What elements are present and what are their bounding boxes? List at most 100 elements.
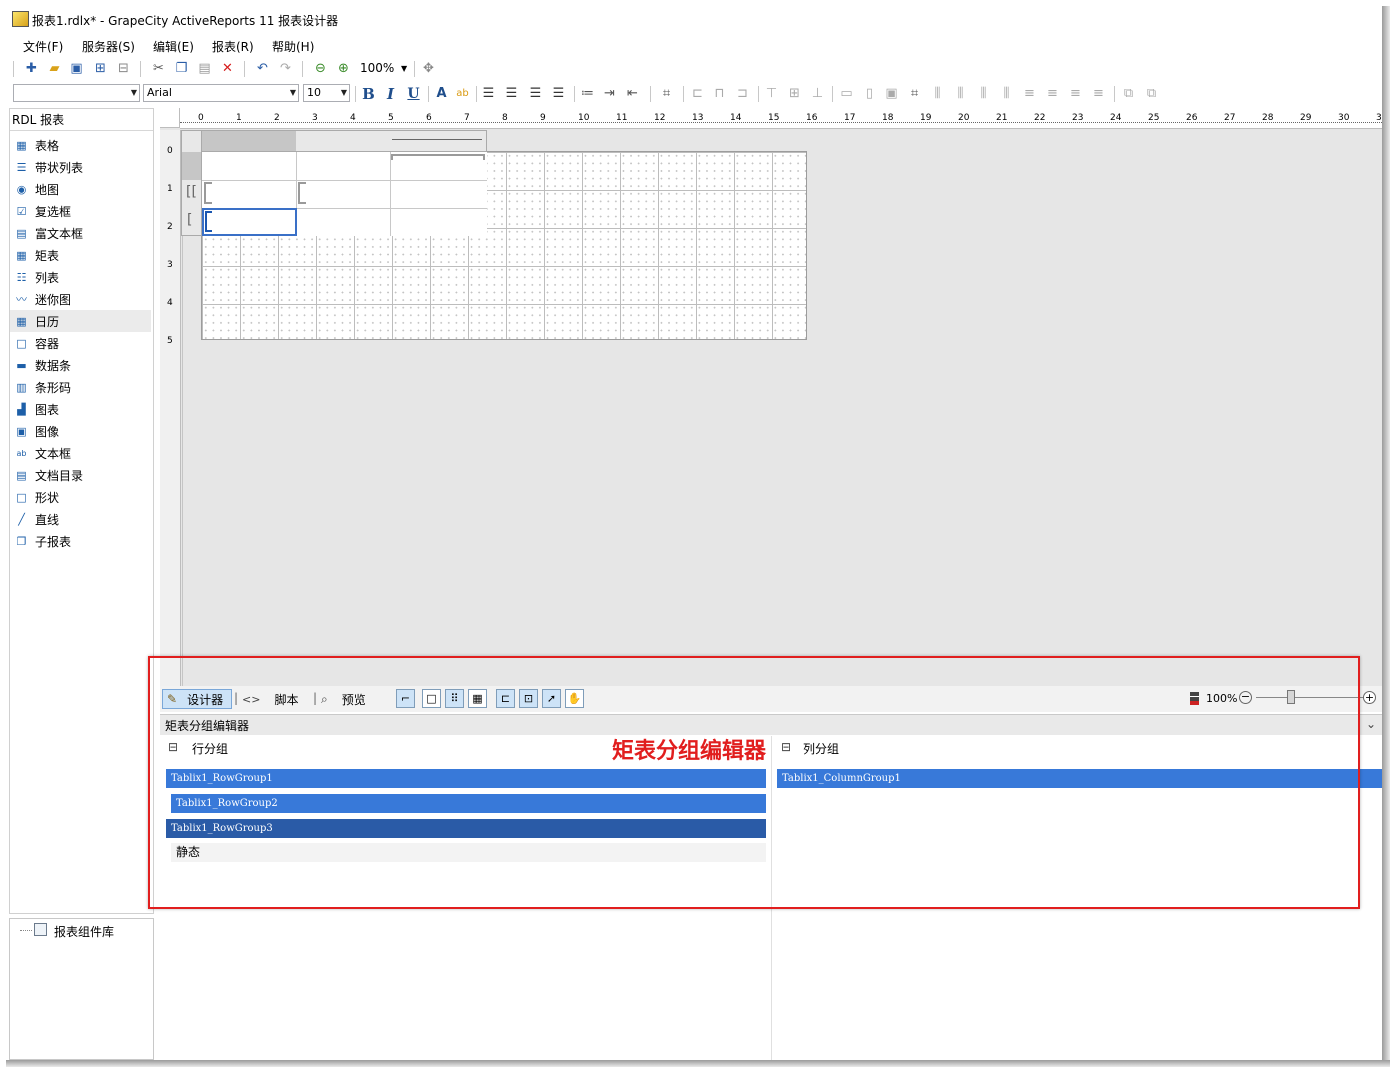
zoom-slider-thumb[interactable]: [1287, 690, 1295, 704]
toolbox-item[interactable]: ▦ 矩表: [10, 244, 151, 266]
grid-lines-button[interactable]: ▦: [468, 689, 487, 708]
copy-icon[interactable]: ❐: [173, 60, 190, 77]
toolbox-item[interactable]: □ 形状: [10, 486, 151, 508]
indent-icon[interactable]: ⇥: [601, 85, 618, 102]
move-icon[interactable]: ✥: [420, 60, 437, 77]
align-lefts-icon[interactable]: ⊏: [689, 85, 706, 102]
bullets-icon[interactable]: ≔: [579, 85, 596, 102]
v-spacing-remove-icon[interactable]: ≡: [1090, 85, 1107, 102]
zoom-slider-track[interactable]: [1256, 697, 1366, 698]
v-spacing-decrease-icon[interactable]: ≡: [1067, 85, 1084, 102]
static-row[interactable]: 静态: [171, 843, 766, 862]
align-bottoms-icon[interactable]: ⊥: [809, 85, 826, 102]
align-middles-icon[interactable]: ⊞: [786, 85, 803, 102]
dimension-lines-button[interactable]: □: [422, 689, 441, 708]
design-surface[interactable]: 0 1 2 3 4 5 6 7 8 9 10 11 12 13 14 15 16 17 18 19 20 21 22 23 24…: [160, 108, 1382, 686]
open-folder-icon[interactable]: ▰: [46, 60, 63, 77]
align-tops-icon[interactable]: ⊤: [763, 85, 780, 102]
zoom-in-icon[interactable]: ⊕: [335, 60, 352, 77]
v-spacing-increase-icon[interactable]: ≡: [1044, 85, 1061, 102]
toolbox-item[interactable]: 〰迷你图: [10, 288, 151, 310]
tablix[interactable]: [202, 152, 487, 236]
component-library-label[interactable]: 报表组件库: [54, 923, 114, 940]
add-datasource-icon[interactable]: ⊞: [92, 60, 109, 77]
send-back-icon[interactable]: ⧉: [1143, 85, 1160, 102]
paste-icon[interactable]: ▤: [196, 60, 213, 77]
h-spacing-equal-icon[interactable]: ⫼: [929, 85, 946, 102]
toolbox-item[interactable]: ☰ 带状列表: [10, 156, 151, 178]
toolbox-item[interactable]: □ 容器: [10, 332, 151, 354]
toolbox-item[interactable]: ▥ 条形码: [10, 376, 151, 398]
justify-icon[interactable]: ☰: [550, 85, 567, 102]
ruler-button[interactable]: ⊏: [496, 689, 515, 708]
align-right-icon[interactable]: ☰: [527, 85, 544, 102]
toolbox-item[interactable]: ▤ 富文本框: [10, 222, 151, 244]
row-handle-selected[interactable]: [182, 152, 201, 180]
column-group-1[interactable]: Tablix1_ColumnGroup1: [777, 769, 1382, 788]
align-left-icon[interactable]: ☰: [480, 85, 497, 102]
grid-dots-button[interactable]: ⠿: [445, 689, 464, 708]
toolbox-item[interactable]: ☷ 列表: [10, 266, 151, 288]
toolbox-item[interactable]: ab 文本框: [10, 442, 151, 464]
same-size-icon[interactable]: ▣: [883, 85, 900, 102]
same-width-icon[interactable]: ▭: [838, 85, 855, 102]
delete-icon[interactable]: ✕: [219, 60, 236, 77]
toolbox-item[interactable]: ❐ 子报表: [10, 530, 151, 552]
menu-help[interactable]: 帮助(H): [272, 38, 314, 55]
v-spacing-equal-icon[interactable]: ≡: [1021, 85, 1038, 102]
cut-icon[interactable]: ✂: [150, 60, 167, 77]
zoom-minus-icon[interactable]: −: [1239, 691, 1252, 704]
row-group-1[interactable]: Tablix1_RowGroup1: [166, 769, 766, 788]
menu-edit[interactable]: 编辑(E): [153, 38, 194, 55]
redo-icon[interactable]: ↷: [277, 60, 294, 77]
font-size-combo[interactable]: 10 ▼: [303, 84, 350, 102]
outdent-icon[interactable]: ⇤: [624, 85, 641, 102]
toolbox-item[interactable]: ▤ 文档目录: [10, 464, 151, 486]
align-rights-icon[interactable]: ⊐: [734, 85, 751, 102]
h-spacing-increase-icon[interactable]: ⫼: [952, 85, 969, 102]
underline-button[interactable]: U: [405, 85, 422, 102]
spellcheck-icon[interactable]: ab: [454, 85, 471, 102]
hotspot-button[interactable]: ⊡: [519, 689, 538, 708]
new-report-icon[interactable]: ✚: [23, 60, 40, 77]
selected-cell[interactable]: [202, 208, 297, 236]
remove-datasource-icon[interactable]: ⊟: [115, 60, 132, 77]
menu-file[interactable]: 文件(F): [23, 38, 63, 55]
menu-report[interactable]: 报表(R): [212, 38, 254, 55]
same-height-icon[interactable]: ▯: [861, 85, 878, 102]
zoom-plus-icon[interactable]: +: [1363, 691, 1376, 704]
h-spacing-decrease-icon[interactable]: ⫼: [975, 85, 992, 102]
row-group-2[interactable]: Tablix1_RowGroup2: [171, 794, 766, 813]
chevron-down-icon[interactable]: ⌄: [1366, 717, 1376, 731]
zoom-level[interactable]: 100%: [360, 61, 394, 75]
size-to-grid-icon[interactable]: ⌗: [906, 85, 923, 102]
save-icon[interactable]: ▣: [68, 60, 85, 77]
pointer-mode-button[interactable]: ➚: [542, 689, 561, 708]
pan-mode-button[interactable]: ✋: [565, 689, 584, 708]
undo-icon[interactable]: ↶: [254, 60, 271, 77]
tab-preview[interactable]: ⌕ 预览: [321, 689, 366, 709]
font-name-combo[interactable]: Arial ▼: [143, 84, 299, 102]
toolbox-item[interactable]: ╱ 直线: [10, 508, 151, 530]
toolbox-item[interactable]: ▦ 日历: [10, 310, 151, 332]
bold-button[interactable]: B: [360, 85, 377, 103]
toolbox-item[interactable]: ◉ 地图: [10, 178, 151, 200]
row-group-3[interactable]: Tablix1_RowGroup3: [166, 819, 766, 838]
column-handle-selected[interactable]: [202, 131, 296, 151]
toolbox-item[interactable]: ☑ 复选框: [10, 200, 151, 222]
tab-designer[interactable]: ✎ 设计器: [162, 689, 232, 709]
toolbox-item[interactable]: ▟ 图表: [10, 398, 151, 420]
snap-lines-button[interactable]: ⌐: [396, 689, 415, 708]
grid-icon[interactable]: ⌗: [658, 85, 675, 102]
style-combo[interactable]: ▼: [13, 84, 140, 102]
toolbox-item[interactable]: ▦ 表格: [10, 134, 151, 156]
italic-button[interactable]: I: [382, 85, 399, 103]
align-centers-icon[interactable]: ⊓: [711, 85, 728, 102]
zoom-out-icon[interactable]: ⊖: [312, 60, 329, 77]
align-center-icon[interactable]: ☰: [503, 85, 520, 102]
zoom-dropdown-icon[interactable]: ▼: [401, 64, 407, 73]
toolbox-item[interactable]: ▣ 图像: [10, 420, 151, 442]
h-spacing-remove-icon[interactable]: ⫼: [998, 85, 1015, 102]
font-color-icon[interactable]: A: [433, 85, 450, 102]
menu-server[interactable]: 服务器(S): [82, 38, 135, 55]
